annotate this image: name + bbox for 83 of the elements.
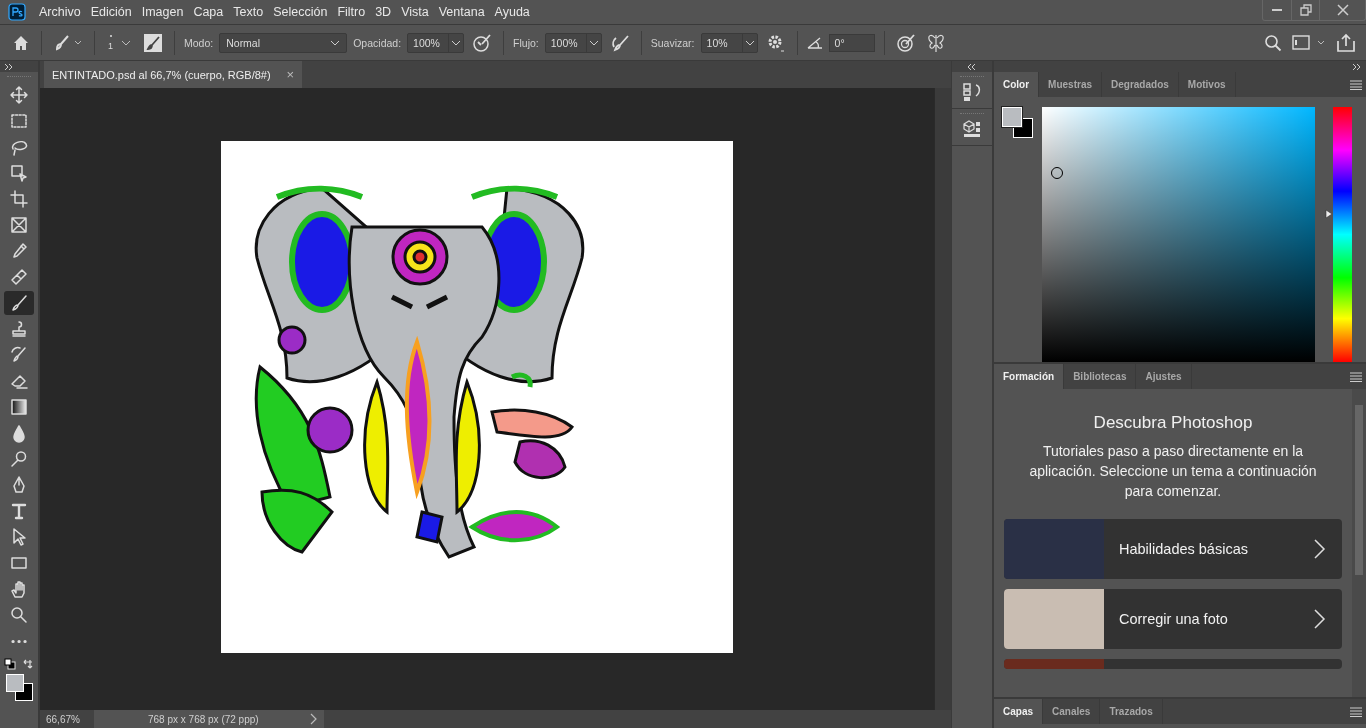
color-swatches-icon[interactable] bbox=[4, 672, 34, 702]
type-tool-icon bbox=[9, 501, 29, 521]
panel-tab[interactable]: Bibliotecas bbox=[1064, 364, 1137, 389]
default-colors-icon[interactable] bbox=[4, 658, 16, 670]
chevron-right-icon bbox=[1314, 609, 1326, 629]
healing-tool-icon bbox=[9, 267, 29, 287]
chevron-down-icon[interactable] bbox=[451, 38, 462, 47]
dodge-tool-icon bbox=[9, 449, 29, 469]
collapse-icon[interactable] bbox=[967, 62, 977, 71]
panel-tab[interactable]: Canales bbox=[1043, 699, 1101, 724]
brush-tool-icon bbox=[9, 293, 29, 313]
chevron-right-icon[interactable] bbox=[310, 713, 318, 725]
tutorial-card[interactable]: Habilidades básicas bbox=[1004, 519, 1342, 579]
gradient-tool-icon bbox=[9, 397, 29, 417]
scrollbar[interactable] bbox=[1352, 389, 1366, 697]
3d-cube-panel-icon[interactable] bbox=[962, 119, 982, 139]
panel-tab[interactable]: Color bbox=[994, 72, 1040, 97]
document-info: 768 px x 768 px (72 ppp) bbox=[148, 713, 259, 725]
chevron-right-icon bbox=[1314, 539, 1326, 559]
chevron-down-icon[interactable] bbox=[744, 38, 755, 47]
menu-item[interactable]: Vista bbox=[396, 5, 434, 19]
angle-icon bbox=[806, 35, 823, 50]
brush-size-picker[interactable]: 1 bbox=[104, 34, 135, 51]
panel-menu-icon[interactable] bbox=[1350, 79, 1362, 90]
tool-button[interactable] bbox=[4, 291, 34, 315]
menu-item[interactable]: Ayuda bbox=[489, 5, 535, 19]
document-title: ENTINTADO.psd al 66,7% (cuerpo, RGB/8#) bbox=[52, 68, 271, 81]
history-tool-icon bbox=[9, 345, 29, 365]
more-tool-icon bbox=[9, 638, 29, 644]
menu-item[interactable]: Ventana bbox=[433, 5, 490, 19]
hue-slider[interactable] bbox=[1325, 107, 1353, 362]
smoothing-label: Suavizar: bbox=[650, 36, 695, 49]
menu-item[interactable]: Archivo bbox=[34, 5, 86, 19]
mode-dropdown[interactable]: Normal bbox=[219, 32, 348, 53]
close-icon bbox=[1336, 4, 1349, 16]
panel-tab[interactable]: Motivos bbox=[1178, 72, 1236, 97]
crop-tool-icon bbox=[9, 189, 29, 209]
learn-description: Tutoriales paso a paso directamente en la aplicación. Seleccione un tema a continuación para comenzar. bbox=[1028, 442, 1318, 501]
menu-item[interactable]: Imagen bbox=[136, 5, 189, 19]
swap-colors-icon[interactable] bbox=[22, 658, 34, 670]
object-select-tool-icon bbox=[9, 163, 29, 183]
expand-icon[interactable] bbox=[4, 62, 14, 71]
opacity-label: Opacidad: bbox=[353, 36, 402, 49]
angle-field[interactable]: 0° bbox=[828, 33, 875, 52]
flow-label: Flujo: bbox=[513, 36, 539, 49]
scrollbar[interactable] bbox=[934, 88, 951, 710]
panel-menu-icon[interactable] bbox=[1350, 706, 1362, 717]
panel-menu-icon[interactable] bbox=[1350, 371, 1362, 382]
panel-tab[interactable]: Ajustes bbox=[1136, 364, 1192, 389]
menu-item[interactable]: Filtro bbox=[332, 5, 371, 19]
history-panel-icon[interactable] bbox=[962, 82, 982, 102]
tab-close-button[interactable]: × bbox=[286, 67, 294, 82]
color-field[interactable] bbox=[1042, 107, 1315, 362]
zoom-level[interactable]: 66,67% bbox=[40, 713, 94, 725]
flow-field[interactable]: 100% bbox=[544, 32, 602, 53]
tutorial-card[interactable]: Corregir una foto bbox=[1004, 589, 1342, 649]
zoom-tool-icon bbox=[9, 605, 29, 625]
menu-item[interactable]: Selección bbox=[268, 5, 333, 19]
learn-heading: Descubra Photoshop bbox=[1092, 413, 1254, 433]
restore-icon bbox=[1299, 4, 1312, 16]
mode-label: Modo: bbox=[184, 36, 214, 49]
smoothing-field[interactable]: 10% bbox=[700, 32, 758, 53]
stamp-tool-icon bbox=[9, 319, 29, 339]
menu-item[interactable]: Capa bbox=[188, 5, 229, 19]
opacity-field[interactable]: 100% bbox=[407, 32, 465, 53]
panel-tab[interactable]: Degradados bbox=[1102, 72, 1179, 97]
chevron-down-icon[interactable] bbox=[588, 38, 599, 47]
collapse-panels-icon[interactable] bbox=[1352, 62, 1362, 71]
document-tab[interactable]: ENTINTADO.psd al 66,7% (cuerpo, RGB/8#) × bbox=[44, 61, 302, 88]
marquee-tool-icon bbox=[9, 111, 29, 131]
panel-tab[interactable]: Muestras bbox=[1039, 72, 1102, 97]
foreground-background-swatches[interactable] bbox=[1002, 107, 1034, 139]
panel-tab[interactable]: Capas bbox=[994, 699, 1043, 724]
chevron-down-icon bbox=[330, 38, 341, 47]
frame-tool-icon bbox=[9, 215, 29, 235]
move-tool-icon bbox=[9, 85, 29, 105]
menu-item[interactable]: Edición bbox=[85, 5, 137, 19]
panel-tab[interactable]: Trazados bbox=[1100, 699, 1163, 724]
chevron-down-icon bbox=[121, 38, 131, 47]
menu-item[interactable]: Texto bbox=[228, 5, 269, 19]
panel-tab[interactable]: Formación bbox=[994, 364, 1065, 389]
menu-item[interactable]: 3D bbox=[370, 5, 397, 19]
minimize-icon bbox=[1271, 9, 1283, 11]
